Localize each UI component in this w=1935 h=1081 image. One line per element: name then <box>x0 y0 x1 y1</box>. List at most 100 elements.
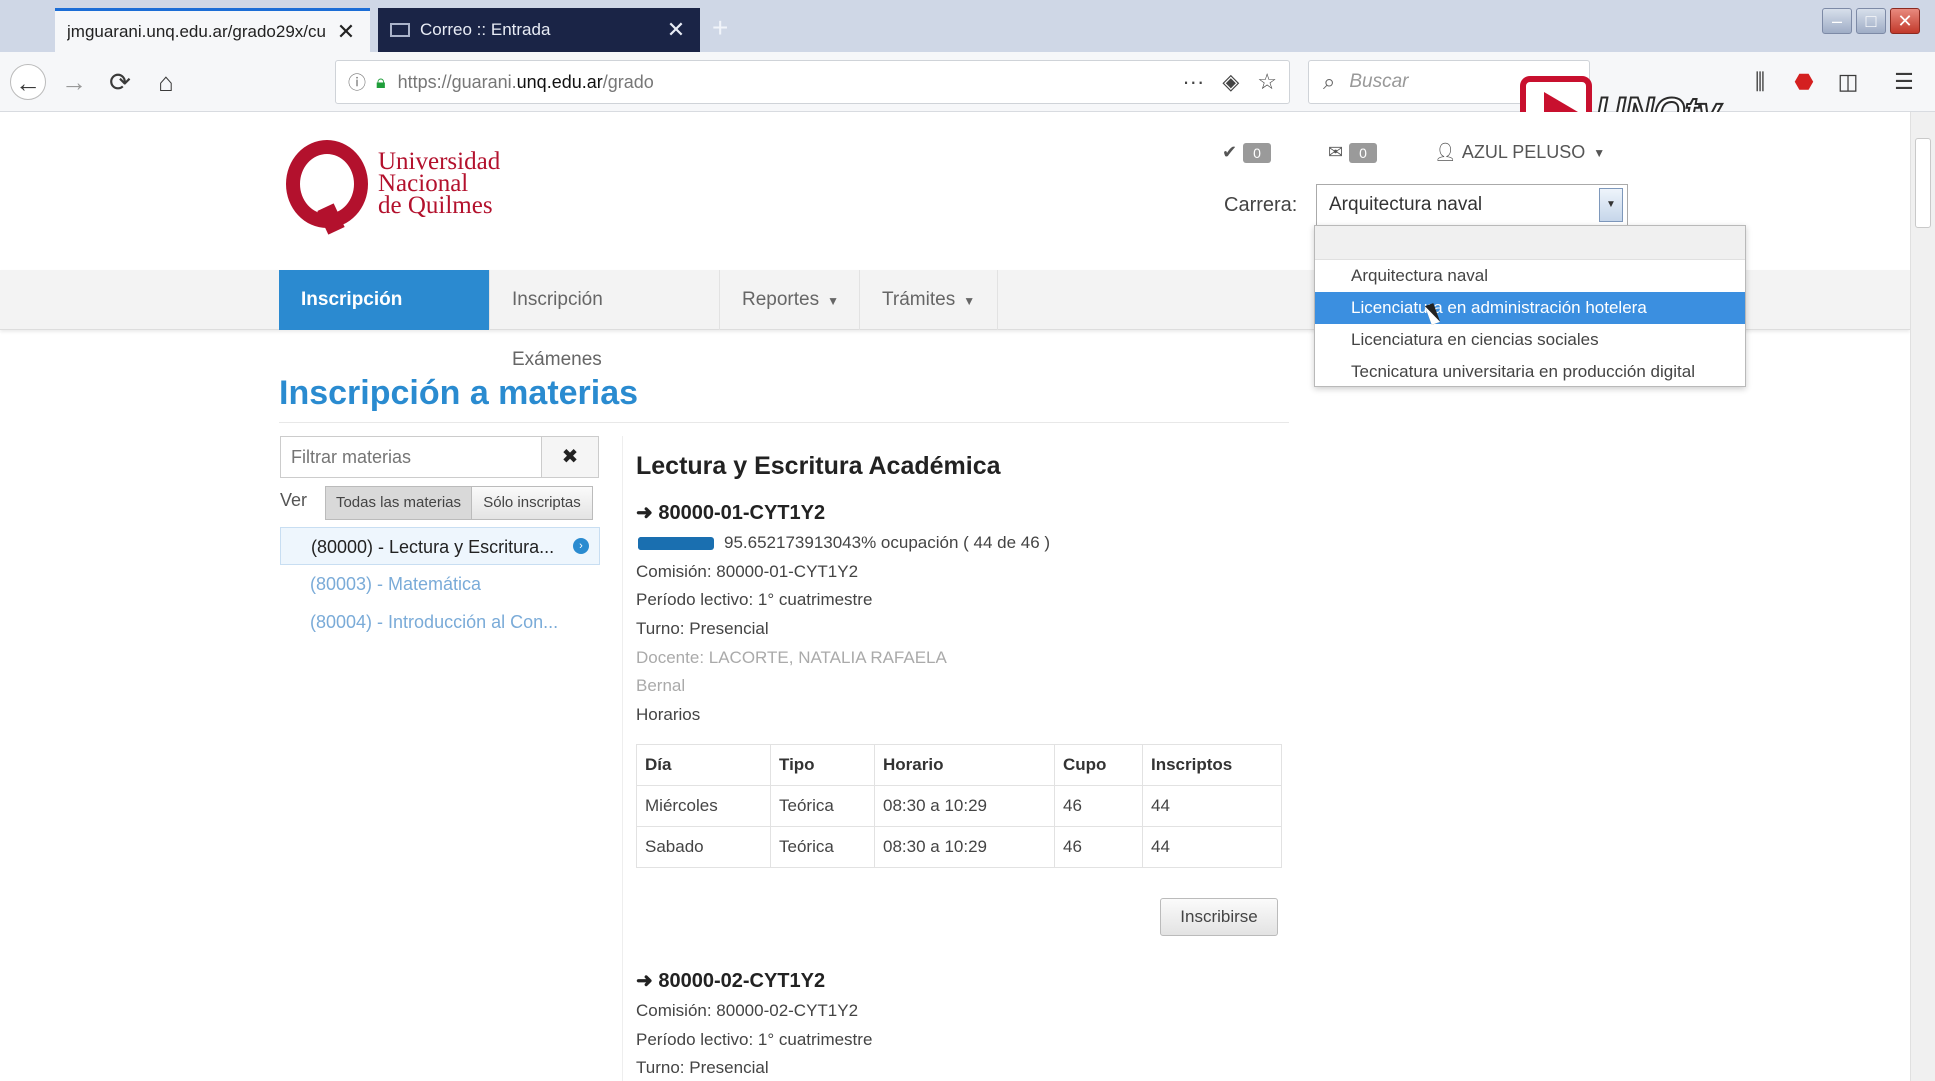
user-name: AZUL PELUSO <box>1461 142 1586 162</box>
occupancy-text: 95.652173913043% ocupación ( 44 de 46 ) <box>724 533 1051 552</box>
table-cell: 08:30 a 10:29 <box>874 826 1055 868</box>
menu-label: Trámites <box>882 289 956 310</box>
column-header: Día <box>636 744 771 786</box>
bookmark-star-icon[interactable]: ☆ <box>1257 69 1277 95</box>
period-line: Período lectivo: 1° cuatrimestre <box>636 590 873 609</box>
url-bar[interactable]: ⓘ 🔒︎ https://guarani.unq.edu.ar/grado ··… <box>335 60 1290 104</box>
user-menu[interactable]: 👤︎ AZUL PELUSO ▼ <box>1434 142 1605 163</box>
library-icon[interactable]: ⫼ <box>1742 64 1778 100</box>
arrow-right-circle-icon: › <box>573 538 589 554</box>
table-cell: 44 <box>1142 826 1282 868</box>
table-cell: 46 <box>1054 826 1143 868</box>
window-close-button[interactable]: ✕ <box>1890 8 1920 34</box>
notifications-button[interactable]: ✔ 0 <box>1222 142 1271 163</box>
page-scrollbar[interactable] <box>1910 112 1935 1081</box>
reload-icon[interactable]: ⟳ <box>102 64 138 100</box>
check-icon: ✔ <box>1222 142 1238 162</box>
pocket-icon[interactable]: ◈ <box>1222 69 1239 95</box>
university-logo[interactable]: Universidad Nacional de Quilmes <box>286 140 500 228</box>
column-header: Cupo <box>1054 744 1143 786</box>
inscribirse-button[interactable]: Inscribirse <box>1160 898 1278 936</box>
commission-code: ➜ 80000-01-CYT1Y2 <box>636 502 826 524</box>
commission-code: ➜ 80000-02-CYT1Y2 <box>636 970 826 992</box>
menu-reportes[interactable]: Reportes ▼ <box>720 270 860 330</box>
page-actions-icon[interactable]: ··· <box>1182 69 1204 95</box>
back-arrow-icon[interactable]: ← <box>10 64 46 100</box>
docente-line: Docente: LACORTE, NATALIA RAFAELA <box>636 648 947 667</box>
adblock-icon[interactable]: ⬣ <box>1786 64 1822 100</box>
sede-line: Bernal <box>636 676 686 695</box>
turno-line: Turno: Presencial <box>636 619 769 638</box>
subject-item-selected[interactable]: (80000) - Lectura y Escritura... › <box>280 527 600 565</box>
carrera-option-highlighted[interactable]: Licenciatura en administración hotelera <box>1315 292 1745 324</box>
messages-button[interactable]: ✉ 0 <box>1328 142 1377 163</box>
maximize-button[interactable]: □ <box>1856 8 1886 34</box>
menu-inscripcion-examenes[interactable]: Inscripción Exámenes <box>490 270 720 370</box>
tab-correo[interactable]: Correo :: Entrada ✕ <box>378 8 700 52</box>
search-placeholder: Buscar <box>1349 71 1409 92</box>
search-icon: ⌕ <box>1323 69 1336 94</box>
mail-icon <box>390 23 410 37</box>
carrera-dropdown-list: Arquitectura naval Licenciatura en admin… <box>1314 225 1746 387</box>
clear-filter-button[interactable]: ✖ <box>541 436 599 478</box>
menu-label: Reportes <box>742 289 820 310</box>
chevron-down-icon[interactable]: ▼ <box>1599 188 1623 222</box>
close-icon[interactable]: ✕ <box>664 17 688 43</box>
toggle-enrolled-only[interactable]: Sólo inscriptas <box>471 486 593 520</box>
scrollbar-thumb[interactable] <box>1915 138 1931 228</box>
table-cell: Teórica <box>770 785 875 827</box>
horarios-label: Horarios <box>636 705 701 724</box>
subject-item[interactable]: (80004) - Introducción al Con... <box>280 603 600 641</box>
close-icon[interactable]: ✕ <box>334 19 358 45</box>
new-tab-button[interactable]: + <box>712 12 728 44</box>
subject-title: Lectura y Escritura Académica <box>636 452 1001 480</box>
table-cell: Miércoles <box>636 785 771 827</box>
page-title: Inscripción a materias <box>279 374 639 412</box>
url-text: https://guarani.unq.edu.ar/grado <box>397 71 654 92</box>
carrera-selected-value: Arquitectura naval <box>1329 194 1483 215</box>
tab-guarani[interactable]: jmguarani.unq.edu.ar/grado29x/cu ✕ <box>55 8 370 52</box>
tab-title: Correo :: Entrada <box>420 20 551 39</box>
toggle-all-subjects[interactable]: Todas las materias <box>325 486 472 520</box>
table-cell: Teórica <box>770 826 875 868</box>
home-icon[interactable]: ⌂ <box>148 64 184 100</box>
carrera-option[interactable]: Tecnicatura universitaria en producción … <box>1315 356 1745 388</box>
commission-line: Comisión: 80000-02-CYT1Y2 <box>636 1001 859 1020</box>
table-cell: 46 <box>1054 785 1143 827</box>
ver-label: Ver <box>280 490 308 510</box>
divider <box>279 422 1289 423</box>
table-header-row: Día Tipo Horario Cupo Inscriptos <box>636 744 1282 786</box>
dropdown-blank-option[interactable] <box>1315 226 1745 260</box>
msg-badge: 0 <box>1349 142 1377 163</box>
menu-icon[interactable]: ☰ <box>1886 64 1922 100</box>
lock-icon: 🔒︎ <box>376 71 386 92</box>
table-cell: 44 <box>1142 785 1282 827</box>
filter-subjects-input[interactable] <box>280 436 542 478</box>
commission-line: Comisión: 80000-01-CYT1Y2 <box>636 562 859 581</box>
table-cell: 08:30 a 10:29 <box>874 785 1055 827</box>
table-row: Sabado Teórica 08:30 a 10:29 46 44 <box>636 826 1282 868</box>
turno-line: Turno: Presencial <box>636 1058 769 1077</box>
carrera-option[interactable]: Arquitectura naval <box>1315 260 1745 292</box>
sidebar-icon[interactable]: ◫ <box>1830 64 1866 100</box>
logo-text: Universidad Nacional de Quilmes <box>378 148 501 219</box>
column-header: Inscriptos <box>1142 744 1282 786</box>
carrera-option[interactable]: Licenciatura en ciencias sociales <box>1315 324 1745 356</box>
menu-tramites[interactable]: Trámites ▼ <box>860 270 998 330</box>
menu-inscripcion-materias[interactable]: Inscripción Materias <box>279 270 490 370</box>
minimize-button[interactable]: – <box>1822 8 1852 34</box>
period-line: Período lectivo: 1° cuatrimestre <box>636 1030 873 1049</box>
divider <box>622 436 623 1081</box>
tab-title: jmguarani.unq.edu.ar/grado29x/cu <box>67 21 326 41</box>
forward-arrow-icon[interactable]: → <box>56 64 92 100</box>
info-icon[interactable]: ⓘ <box>348 69 366 95</box>
browser-tab-bar: jmguarani.unq.edu.ar/grado29x/cu ✕ Corre… <box>0 0 1935 52</box>
carrera-select[interactable]: Arquitectura naval ▼ <box>1316 184 1628 226</box>
chevron-down-icon: ▼ <box>827 294 839 308</box>
chevron-down-icon: ▼ <box>963 294 976 308</box>
table-cell: Sabado <box>636 826 771 868</box>
user-icon: 👤︎ <box>1434 142 1457 162</box>
subject-item[interactable]: (80003) - Matemática <box>280 565 600 603</box>
chevron-down-icon: ▼ <box>1593 145 1606 160</box>
carrera-label: Carrera: <box>1224 194 1298 216</box>
